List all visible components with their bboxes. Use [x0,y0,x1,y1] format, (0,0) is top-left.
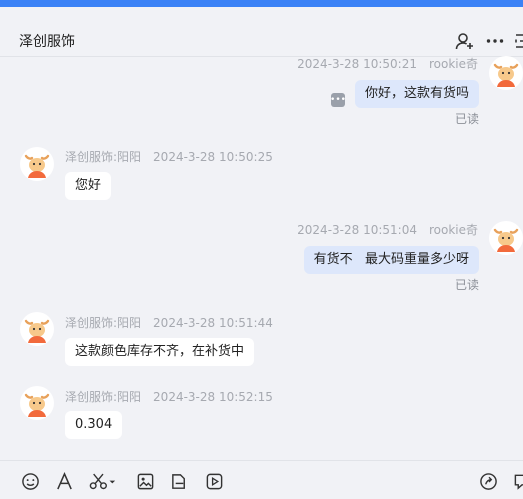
input-toolbar [0,460,523,499]
message-bubble: 你好，这款有货吗 [354,80,479,108]
message-sender: rookie奇 [428,57,478,71]
menu-icon[interactable] [512,30,523,52]
folder-icon[interactable] [169,471,189,491]
send-link-icon[interactable] [478,471,498,491]
message-bubble: 这款颜色库存不齐，在补货中 [65,338,255,366]
message-sender: 泽创服饰:阳阳 [65,390,142,404]
message-bubble: 0.304 [65,411,123,439]
message-sender: 泽创服饰:阳阳 [65,150,142,164]
font-icon[interactable] [54,471,74,491]
message-time: 2024-3-28 10:52:15 [153,390,273,404]
message-meta: 2024-3-28 10:51:04 rookie奇 [297,221,478,238]
avatar[interactable] [20,312,54,346]
chat-header: 泽创服饰 [0,7,523,57]
chat-icon[interactable] [512,471,523,491]
message-time: 2024-3-28 10:50:21 [297,57,417,71]
emoji-icon[interactable] [20,471,40,491]
message-sender: rookie奇 [428,223,478,237]
message-time: 2024-3-28 10:51:44 [153,316,273,330]
avatar[interactable] [20,386,54,420]
message-meta: 泽创服饰:阳阳 2024-3-28 10:51:44 [65,314,273,331]
read-status: 已读 [454,278,479,292]
scissors-icon[interactable] [88,471,118,491]
message-time: 2024-3-28 10:51:04 [297,223,417,237]
message-options-icon[interactable]: ••• [330,93,346,107]
message-meta: 泽创服饰:阳阳 2024-3-28 10:50:25 [65,148,273,165]
message-bubble: 您好 [65,172,112,200]
add-user-icon[interactable] [454,30,476,52]
message-bubble: 有货不 最大码重量多少呀 [303,246,479,274]
avatar[interactable] [489,221,523,255]
avatar[interactable] [489,56,523,90]
message-sender: 泽创服饰:阳阳 [65,316,142,330]
avatar[interactable] [20,147,54,181]
image-icon[interactable] [135,471,155,491]
chat-title: 泽创服饰 [19,34,75,50]
message-time: 2024-3-28 10:50:25 [153,150,273,164]
read-status: 已读 [454,112,479,126]
more-icon[interactable] [484,30,506,52]
message-meta: 2024-3-28 10:50:21 rookie奇 [297,55,478,72]
message-meta: 泽创服饰:阳阳 2024-3-28 10:52:15 [65,388,273,405]
video-icon[interactable] [204,471,224,491]
top-accent-bar [0,0,523,7]
